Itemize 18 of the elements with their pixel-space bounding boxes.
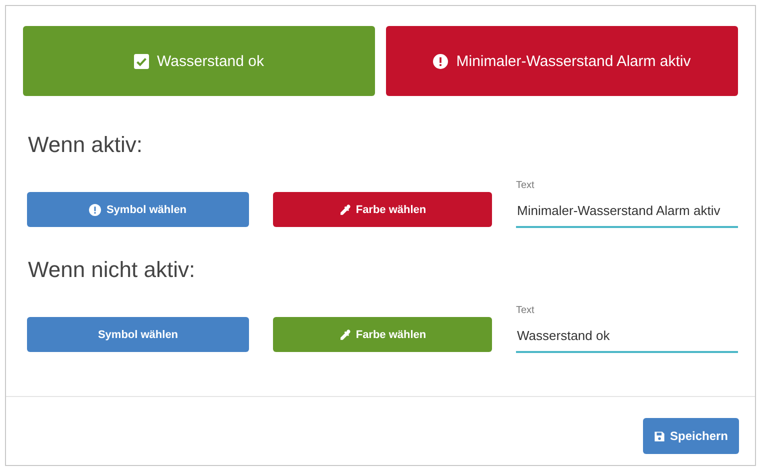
text-field[interactable]: Minimaler-Wasserstand Alarm aktiv: [516, 203, 738, 228]
eyedropper-icon: [338, 204, 351, 216]
section-heading: Wenn aktiv:: [28, 131, 144, 159]
checkbox-icon: [134, 54, 149, 68]
alert-icon: [433, 54, 448, 68]
field-label: Text: [516, 305, 536, 316]
symbol-button[interactable]: Symbol wählen: [27, 192, 249, 227]
text-field[interactable]: Wasserstand ok: [516, 328, 738, 353]
field-label: Text: [516, 180, 536, 191]
symbol-button[interactable]: Symbol wählen: [27, 317, 249, 352]
eyedropper-icon: [338, 328, 351, 340]
save-button[interactable]: Speichern: [643, 418, 739, 454]
section-heading: Wenn nicht aktiv:: [28, 256, 196, 284]
status-text: Minimaler-Wasserstand Alarm aktiv: [456, 52, 691, 70]
color-button[interactable]: Farbe wählen: [273, 192, 492, 227]
color-button[interactable]: Farbe wählen: [273, 317, 492, 352]
alert-icon: [89, 204, 102, 216]
status-text: Wasserstand ok: [157, 52, 264, 70]
